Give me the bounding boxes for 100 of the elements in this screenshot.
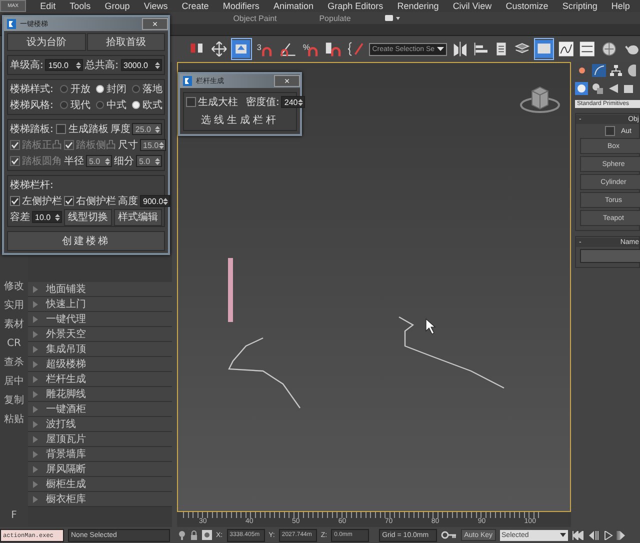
spinner-arrows-icon[interactable] — [76, 60, 82, 70]
menu-item[interactable]: Rendering — [397, 1, 439, 11]
checkbox[interactable] — [10, 196, 20, 206]
script-list-item[interactable]: 一键代理 — [28, 312, 172, 327]
lock-icon[interactable] — [190, 530, 198, 540]
list-icon[interactable] — [494, 40, 509, 58]
dialog-button[interactable]: 设为台阶 — [7, 33, 86, 51]
schematic-icon[interactable] — [579, 40, 596, 58]
spinner-snap-icon[interactable] — [324, 40, 343, 58]
radio-label: 封闭 — [106, 82, 126, 96]
transform-mode-icon[interactable] — [202, 530, 212, 540]
align-icon[interactable] — [472, 40, 490, 58]
max-app-icon — [183, 76, 192, 86]
spinner-field[interactable]: 10.0 — [32, 211, 62, 223]
checkbox[interactable] — [605, 126, 615, 136]
key-icon[interactable] — [441, 530, 458, 540]
spinner-field[interactable]: 3000.0 — [120, 59, 162, 71]
checkbox[interactable] — [56, 124, 66, 134]
generate-railing-button[interactable]: 选线生成栏杆 — [186, 111, 294, 128]
menu-item[interactable]: Civil View — [452, 1, 492, 11]
ribbon-options-icon[interactable] — [385, 15, 401, 21]
spinner-arrows-icon[interactable] — [298, 98, 303, 106]
script-list-item[interactable]: 超级楼梯 — [28, 357, 172, 372]
script-list-item[interactable]: 橱柜生成 — [28, 477, 172, 492]
side-tool-button[interactable]: 修改 — [4, 282, 24, 292]
menu-item[interactable]: Customize — [506, 1, 548, 11]
spinner-field[interactable]: 150.0 — [45, 59, 84, 71]
shapes-icon[interactable] — [591, 82, 604, 95]
side-tool-button[interactable]: 居中 — [4, 377, 24, 387]
spinner-arrows-icon[interactable] — [55, 212, 60, 222]
move-icon[interactable] — [211, 40, 228, 58]
play-icon[interactable] — [604, 530, 613, 540]
spinner-arrows-icon[interactable] — [163, 196, 168, 206]
radio-button[interactable] — [96, 101, 104, 109]
side-tool-button[interactable]: CR — [7, 339, 21, 349]
previous-frame-icon[interactable] — [588, 530, 600, 540]
menu-item[interactable]: Modifiers — [222, 1, 260, 11]
radio-button[interactable] — [96, 85, 104, 93]
menu-item[interactable]: Animation — [273, 1, 314, 11]
material-sphere-icon[interactable] — [600, 40, 619, 58]
side-tool-button[interactable]: F — [11, 511, 17, 521]
field-label: 总共高: — [85, 58, 118, 72]
script-list-item[interactable]: 一键酒柜 — [28, 402, 172, 417]
script-list-item[interactable]: 栏杆生成 — [28, 372, 172, 387]
checkbox[interactable] — [64, 196, 74, 206]
bend-icon[interactable] — [592, 64, 606, 77]
close-button[interactable]: × — [274, 75, 300, 87]
dialog-button[interactable]: 拾取首级 — [86, 33, 165, 51]
menu-item[interactable]: Group — [104, 1, 130, 11]
script-list-item[interactable]: 外景天空 — [28, 327, 172, 342]
dialog-button[interactable]: 线型切换 — [64, 208, 112, 226]
menu-item[interactable]: Scripting — [562, 1, 598, 11]
mirror-axis-icon[interactable] — [452, 40, 468, 58]
radio-button[interactable] — [60, 101, 68, 109]
create-stairs-button[interactable]: 创建楼梯 — [7, 231, 165, 251]
side-tool-button[interactable]: 粘贴 — [4, 415, 24, 425]
name-field[interactable] — [580, 249, 640, 263]
spinner-arrows-icon[interactable] — [155, 60, 160, 70]
side-tool-button[interactable]: 复制 — [4, 396, 24, 406]
curve-editor-icon[interactable] — [558, 40, 574, 58]
side-tool-button[interactable]: 素材 — [4, 320, 24, 330]
menu-item[interactable]: Views — [144, 1, 168, 11]
script-list-item[interactable]: 地面铺装 — [28, 282, 172, 297]
side-tool-button[interactable]: 实用 — [4, 301, 24, 311]
side-tool-button[interactable]: 查杀 — [4, 358, 24, 368]
script-list-item[interactable]: 雕花脚线 — [28, 387, 172, 402]
go-to-start-icon[interactable] — [572, 530, 584, 540]
script-list-item[interactable]: 集成吊顶 — [28, 342, 172, 357]
menu-item[interactable]: Graph Editors — [328, 1, 384, 11]
script-list-item[interactable]: 快速上门 — [28, 297, 172, 312]
bulb-icon[interactable] — [178, 530, 186, 540]
dialog-button[interactable]: 样式编辑 — [114, 208, 162, 226]
dropdown-arrow-icon[interactable] — [436, 46, 444, 52]
menu-item[interactable]: Edit — [40, 1, 56, 11]
next-frame-icon[interactable] — [616, 530, 625, 540]
radio-label: 中式 — [106, 98, 126, 112]
menu-item[interactable]: Tools — [70, 1, 91, 11]
ribbon-tab[interactable]: Populate — [295, 14, 375, 22]
script-list-item[interactable]: 背景墙库 — [28, 447, 172, 462]
radio-button[interactable] — [132, 101, 140, 109]
spinner-field[interactable]: 900.0 — [140, 195, 170, 207]
view-cube-drawing[interactable] — [520, 86, 560, 113]
script-list-item[interactable]: 屏风隔断 — [28, 462, 172, 477]
select-region-icon[interactable] — [232, 39, 251, 59]
script-list-item[interactable]: 橱衣柜库 — [28, 492, 172, 507]
sphere-icon[interactable] — [575, 82, 588, 95]
radio-button[interactable] — [132, 85, 140, 93]
menu-item[interactable]: Help — [611, 1, 630, 11]
dropdown-arrow-icon[interactable] — [560, 533, 566, 537]
graph-window-icon[interactable] — [534, 39, 553, 59]
hierarchy-icon[interactable] — [609, 64, 623, 77]
radio-button[interactable] — [60, 85, 68, 93]
edit-selection-set-icon[interactable] — [348, 40, 364, 58]
ribbon-tab[interactable]: Object Paint — [215, 14, 295, 22]
checkbox[interactable] — [186, 97, 196, 107]
script-list-item[interactable]: 屋顶瓦片 — [28, 432, 172, 447]
spinner-field[interactable]: 240 — [281, 96, 305, 108]
menu-item[interactable]: Create — [182, 1, 209, 11]
script-list-item[interactable]: 波打线 — [28, 417, 172, 432]
close-button[interactable]: × — [142, 18, 168, 30]
